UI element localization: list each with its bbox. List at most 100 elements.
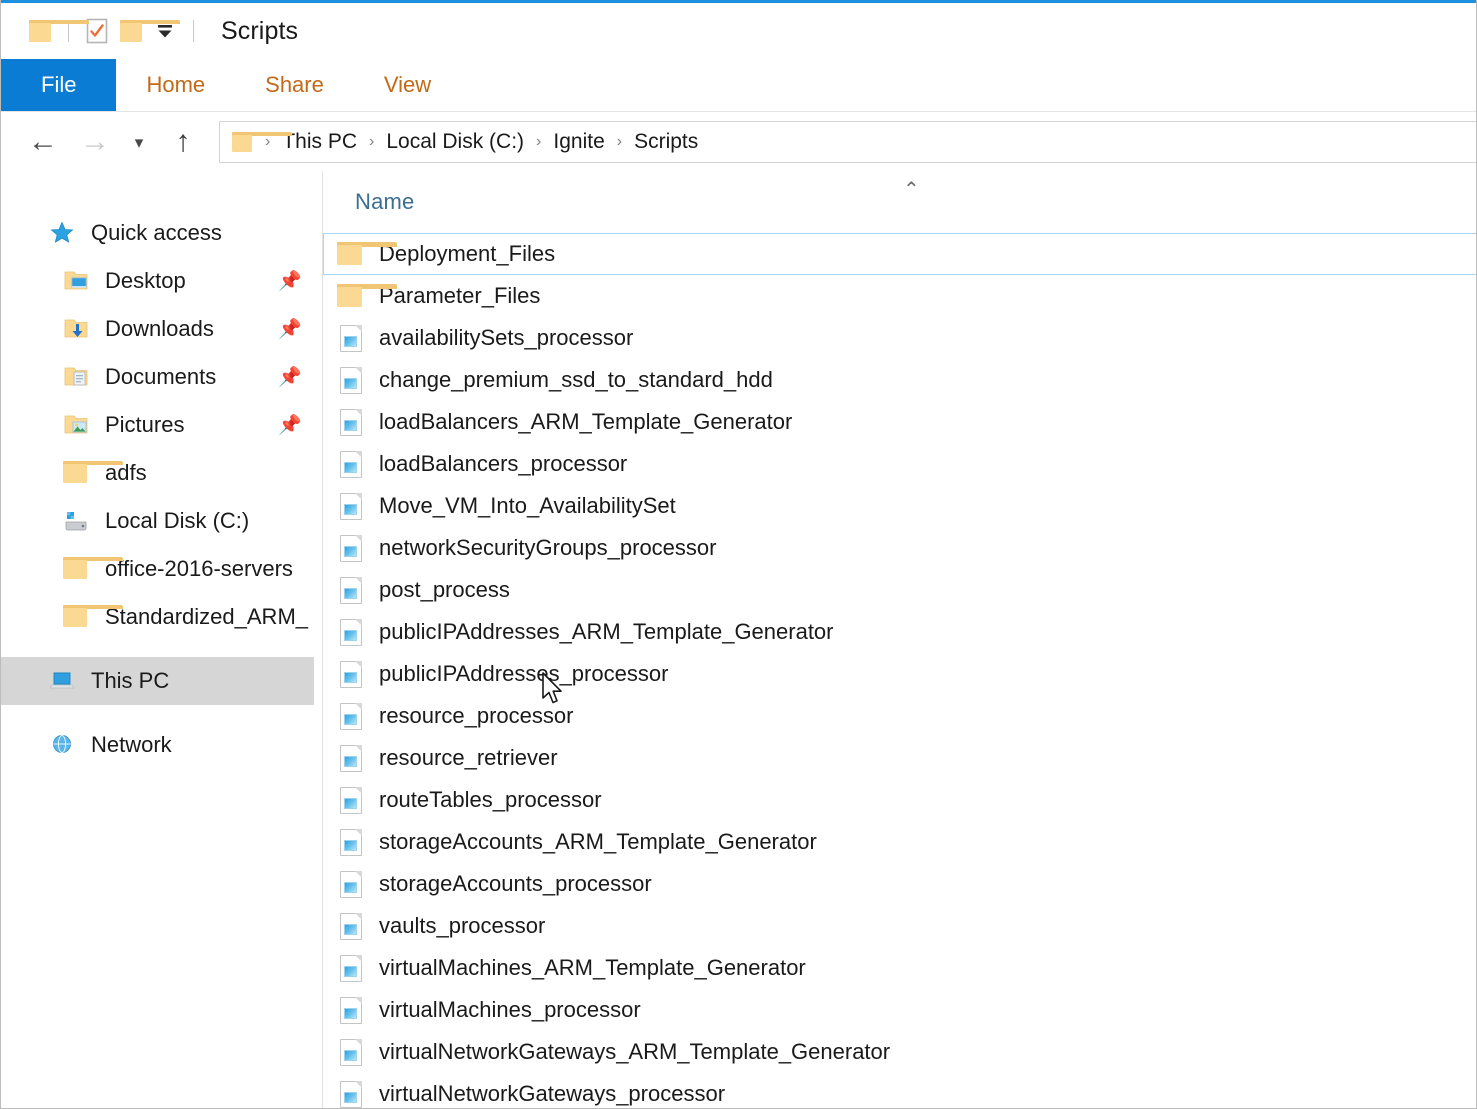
column-header-name[interactable]: Name xyxy=(323,189,415,215)
sidebar-item-label: Standardized_ARM_ xyxy=(105,606,308,628)
pin-icon[interactable]: 📌 xyxy=(278,317,302,341)
table-row[interactable]: resource_retriever xyxy=(323,737,1477,779)
breadcrumb-local-disk[interactable]: Local Disk (C:) xyxy=(383,130,527,154)
up-button[interactable]: ↑ xyxy=(161,120,205,164)
table-row[interactable]: virtualNetworkGateways_ARM_Template_Gene… xyxy=(323,1031,1477,1073)
sidebar-item-adfs[interactable]: adfs xyxy=(1,449,322,497)
file-name: change_premium_ssd_to_standard_hdd xyxy=(379,367,773,393)
sidebar-item-label: adfs xyxy=(105,462,147,484)
breadcrumb-scripts[interactable]: Scripts xyxy=(631,130,701,154)
sort-ascending-icon[interactable]: ⌃ xyxy=(903,177,920,202)
script-file-icon xyxy=(337,323,365,353)
table-row[interactable]: loadBalancers_processor xyxy=(323,443,1477,485)
sidebar-item-pictures[interactable]: Pictures 📌 xyxy=(1,401,322,449)
file-name: networkSecurityGroups_processor xyxy=(379,535,716,561)
navigation-pane: Quick access Desktop 📌 xyxy=(1,171,323,1109)
breadcrumb-ignite[interactable]: Ignite xyxy=(550,130,607,154)
quick-access-toolbar xyxy=(23,14,205,48)
table-row[interactable]: storageAccounts_ARM_Template_Generator xyxy=(323,821,1477,863)
sidebar-item-label: This PC xyxy=(91,670,169,692)
new-folder-icon[interactable] xyxy=(114,14,148,48)
sidebar-item-documents[interactable]: Documents 📌 xyxy=(1,353,322,401)
documents-folder-icon xyxy=(63,365,89,389)
file-name: publicIPAddresses_ARM_Template_Generator xyxy=(379,619,834,645)
table-row[interactable]: virtualMachines_processor xyxy=(323,989,1477,1031)
sidebar-item-quick-access[interactable]: Quick access xyxy=(1,209,322,257)
table-row[interactable]: networkSecurityGroups_processor xyxy=(323,527,1477,569)
file-explorer-window: Scripts File Home Share View ← → ▾ ↑ › T… xyxy=(0,0,1477,1109)
file-name: resource_retriever xyxy=(379,745,558,771)
script-file-icon xyxy=(337,617,365,647)
script-file-icon xyxy=(337,491,365,521)
drive-icon xyxy=(63,509,89,533)
table-row[interactable]: Parameter_Files xyxy=(323,275,1477,317)
sidebar-item-label: Pictures xyxy=(105,414,184,436)
tab-view[interactable]: View xyxy=(354,59,461,111)
sidebar-item-label: Quick access xyxy=(91,222,222,244)
breadcrumb-separator-1: › xyxy=(360,133,383,151)
folder-icon[interactable] xyxy=(23,14,57,48)
pin-icon[interactable]: 📌 xyxy=(278,413,302,437)
folder-icon xyxy=(63,461,89,485)
sidebar-item-desktop[interactable]: Desktop 📌 xyxy=(1,257,322,305)
file-name: virtualMachines_ARM_Template_Generator xyxy=(379,955,806,981)
file-list-pane: Name ⌃ Deployment_Files xyxy=(323,171,1477,1109)
file-name: resource_processor xyxy=(379,703,573,729)
address-bar-row: ← → ▾ ↑ › This PC › Local Disk (C:) › Ig… xyxy=(1,113,1477,171)
sidebar-item-local-disk[interactable]: Local Disk (C:) xyxy=(1,497,322,545)
sidebar-item-label: Desktop xyxy=(105,270,186,292)
folder-icon xyxy=(63,605,89,629)
folder-icon xyxy=(337,239,365,269)
column-header-row: Name ⌃ xyxy=(323,171,1477,233)
table-row[interactable]: change_premium_ssd_to_standard_hdd xyxy=(323,359,1477,401)
address-bar[interactable]: › This PC › Local Disk (C:) › Ignite › S… xyxy=(219,121,1477,163)
file-name: post_process xyxy=(379,577,510,603)
network-icon xyxy=(49,733,75,757)
script-file-icon xyxy=(337,953,365,983)
sidebar-item-network[interactable]: Network xyxy=(1,721,322,769)
desktop-folder-icon xyxy=(63,269,89,293)
sidebar-item-downloads[interactable]: Downloads 📌 xyxy=(1,305,322,353)
file-name: publicIPAddresses_processor xyxy=(379,661,668,687)
forward-button[interactable]: → xyxy=(73,120,117,164)
file-name: Move_VM_Into_AvailabilitySet xyxy=(379,493,676,519)
table-row[interactable]: virtualNetworkGateways_processor xyxy=(323,1073,1477,1109)
pin-icon[interactable]: 📌 xyxy=(278,269,302,293)
tab-file[interactable]: File xyxy=(1,59,116,111)
table-row[interactable]: loadBalancers_ARM_Template_Generator xyxy=(323,401,1477,443)
script-file-icon xyxy=(337,827,365,857)
table-row[interactable]: post_process xyxy=(323,569,1477,611)
table-row[interactable]: Move_VM_Into_AvailabilitySet xyxy=(323,485,1477,527)
file-name: virtualMachines_processor xyxy=(379,997,641,1023)
back-button[interactable]: ← xyxy=(21,120,65,164)
file-name: virtualNetworkGateways_ARM_Template_Gene… xyxy=(379,1039,890,1065)
recent-locations-button[interactable]: ▾ xyxy=(121,120,157,164)
sidebar-item-standardized-arm[interactable]: Standardized_ARM_ xyxy=(1,593,322,641)
sidebar-item-office-2016-servers[interactable]: office-2016-servers xyxy=(1,545,322,593)
file-name: virtualNetworkGateways_processor xyxy=(379,1081,725,1107)
sidebar-item-label: Network xyxy=(91,734,172,756)
tab-share[interactable]: Share xyxy=(235,59,354,111)
folder-icon xyxy=(63,557,89,581)
table-row[interactable]: Deployment_Files xyxy=(323,233,1477,275)
table-row[interactable]: availabilitySets_processor xyxy=(323,317,1477,359)
content-area: Quick access Desktop 📌 xyxy=(1,171,1477,1109)
table-row[interactable]: routeTables_processor xyxy=(323,779,1477,821)
folder-icon xyxy=(337,281,365,311)
script-file-icon xyxy=(337,449,365,479)
table-row[interactable]: publicIPAddresses_processor xyxy=(323,653,1477,695)
file-name: storageAccounts_processor xyxy=(379,871,652,897)
tab-home[interactable]: Home xyxy=(116,59,235,111)
script-file-icon xyxy=(337,575,365,605)
table-row[interactable]: virtualMachines_ARM_Template_Generator xyxy=(323,947,1477,989)
table-row[interactable]: storageAccounts_processor xyxy=(323,863,1477,905)
table-row[interactable]: publicIPAddresses_ARM_Template_Generator xyxy=(323,611,1477,653)
pin-icon[interactable]: 📌 xyxy=(278,365,302,389)
script-file-icon xyxy=(337,1079,365,1109)
sidebar-item-label: Documents xyxy=(105,366,216,388)
sidebar-item-this-pc[interactable]: This PC xyxy=(1,657,314,705)
table-row[interactable]: vaults_processor xyxy=(323,905,1477,947)
script-file-icon xyxy=(337,869,365,899)
table-row[interactable]: resource_processor xyxy=(323,695,1477,737)
sidebar-item-label: office-2016-servers xyxy=(105,558,293,580)
